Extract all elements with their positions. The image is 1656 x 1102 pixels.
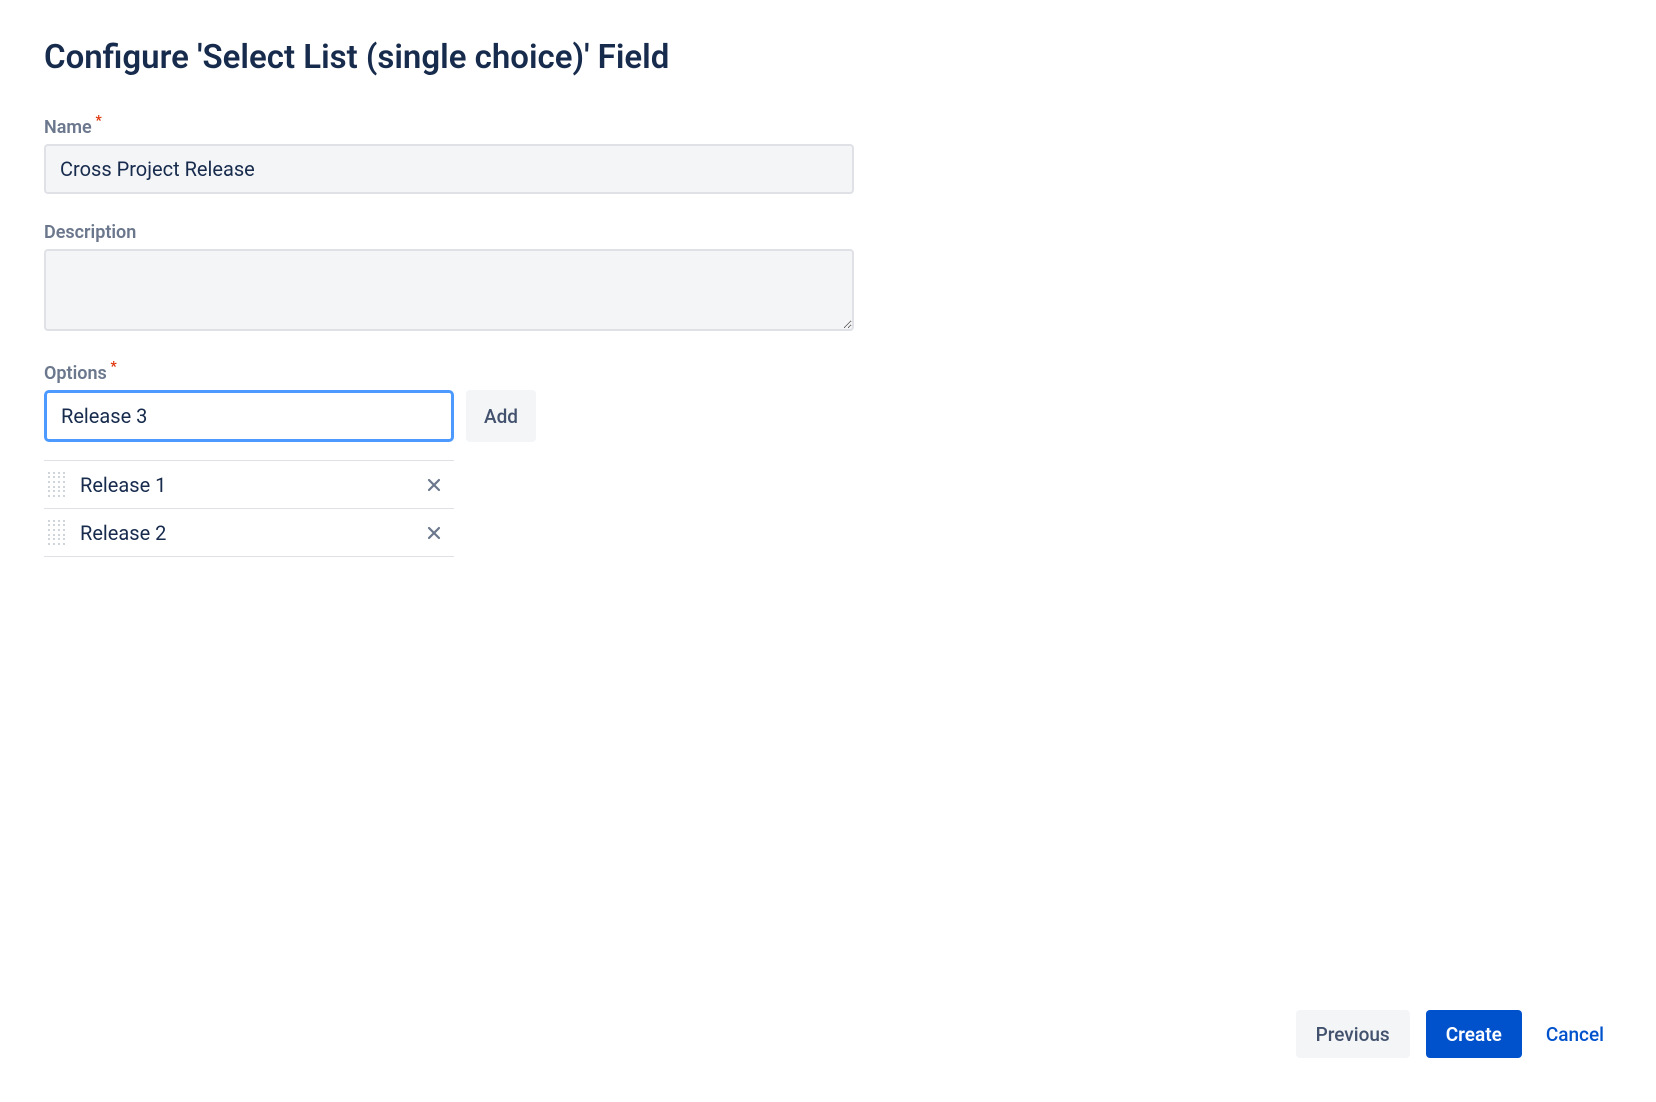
option-item: Release 1 xyxy=(44,461,454,509)
remove-option-button[interactable] xyxy=(420,519,448,547)
description-input[interactable] xyxy=(44,249,854,331)
remove-option-button[interactable] xyxy=(420,471,448,499)
drag-handle-icon[interactable] xyxy=(48,520,66,546)
name-field-group: Name xyxy=(44,117,1612,194)
dialog-footer: Previous Create Cancel xyxy=(1296,1010,1612,1058)
add-option-button[interactable]: Add xyxy=(466,390,536,442)
drag-handle-icon[interactable] xyxy=(48,472,66,498)
previous-button[interactable]: Previous xyxy=(1296,1010,1410,1058)
option-entry-input[interactable] xyxy=(44,390,454,442)
option-list: Release 1 Release 2 xyxy=(44,460,454,557)
option-item: Release 2 xyxy=(44,509,454,557)
option-item-label: Release 2 xyxy=(80,521,420,545)
create-button[interactable]: Create xyxy=(1426,1010,1522,1058)
options-label: Options xyxy=(44,363,107,384)
description-field-group: Description xyxy=(44,222,1612,335)
description-label: Description xyxy=(44,222,136,243)
cancel-button[interactable]: Cancel xyxy=(1538,1010,1612,1058)
name-label: Name xyxy=(44,117,92,138)
option-item-label: Release 1 xyxy=(80,473,420,497)
close-icon xyxy=(426,525,442,541)
close-icon xyxy=(426,477,442,493)
page-title: Configure 'Select List (single choice)' … xyxy=(44,38,1612,77)
options-field-group: Options Add Release 1 xyxy=(44,363,1612,557)
name-input[interactable] xyxy=(44,144,854,194)
